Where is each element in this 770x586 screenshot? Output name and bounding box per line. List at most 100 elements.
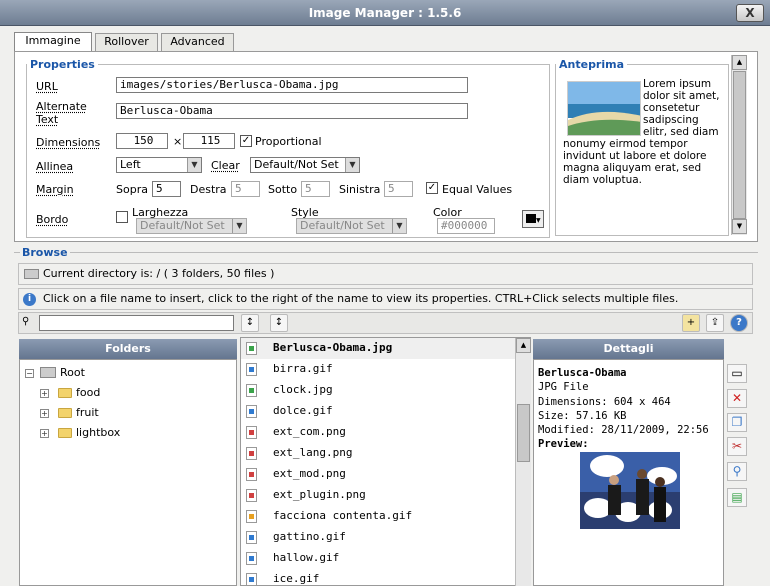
- file-row[interactable]: facciona contenta.gif: [241, 506, 516, 527]
- file-row[interactable]: birra.gif: [241, 359, 516, 380]
- file-row[interactable]: dolce.gif: [241, 401, 516, 422]
- file-row[interactable]: ext_lang.png: [241, 443, 516, 464]
- margin-left-input[interactable]: 5: [384, 181, 413, 197]
- url-input[interactable]: images/stories/Berlusca-Obama.jpg: [116, 77, 468, 93]
- file-name[interactable]: ext_com.png: [273, 422, 346, 442]
- proportional-checkbox[interactable]: ✓: [240, 135, 252, 147]
- insert-icon[interactable]: ▭: [727, 364, 747, 383]
- file-name[interactable]: facciona contenta.gif: [273, 506, 412, 526]
- copy-icon[interactable]: ❐: [727, 413, 747, 432]
- width-input[interactable]: 150: [116, 133, 168, 149]
- details-type: JPG File: [538, 381, 589, 394]
- tab-rollover[interactable]: Rollover: [95, 33, 158, 51]
- details-name: Berlusca-Obama: [538, 367, 627, 379]
- preview-legend: Anteprima: [559, 58, 625, 71]
- file-row[interactable]: ext_plugin.png: [241, 485, 516, 506]
- scroll-thumb[interactable]: [733, 71, 746, 219]
- alt-label-line2: Text: [36, 113, 59, 126]
- clear-select[interactable]: Default/Not Set ▼: [250, 157, 360, 173]
- preview-text: Lorem ipsum dolor sit amet, consetetur s…: [563, 78, 723, 186]
- help-icon[interactable]: ?: [730, 314, 748, 332]
- browse-divider: [14, 252, 758, 253]
- file-png-icon: [246, 426, 257, 439]
- file-row[interactable]: hallow.gif: [241, 548, 516, 569]
- file-name[interactable]: birra.gif: [273, 359, 333, 379]
- upload-icon[interactable]: ⇪: [706, 314, 724, 332]
- times-sign: ×: [173, 135, 183, 148]
- border-color-input[interactable]: #000000: [437, 218, 495, 234]
- border-width-select[interactable]: Default/Not Set ▼: [136, 218, 247, 234]
- tree-folder-fruit[interactable]: fruit: [76, 406, 99, 422]
- alt-label-line1: Alternate: [36, 100, 87, 113]
- margin-top-input[interactable]: 5: [152, 181, 181, 197]
- file-row[interactable]: ext_mod.png: [241, 464, 516, 485]
- file-row[interactable]: ext_com.png: [241, 422, 516, 443]
- sort-az-icon[interactable]: ↕: [270, 314, 288, 332]
- tab-advanced[interactable]: Advanced: [161, 33, 234, 51]
- alt-input[interactable]: Berlusca-Obama: [116, 103, 468, 119]
- file-name[interactable]: ext_lang.png: [273, 443, 352, 463]
- scroll-down-icon[interactable]: ▼: [732, 219, 747, 234]
- file-name[interactable]: clock.jpg: [273, 380, 333, 400]
- dimensions-label: Dimensions: [36, 136, 101, 149]
- file-name[interactable]: Berlusca-Obama.jpg: [273, 338, 392, 358]
- equal-values-checkbox[interactable]: ✓: [426, 182, 438, 194]
- file-row[interactable]: Berlusca-Obama.jpg: [241, 338, 516, 359]
- file-png-icon: [246, 447, 257, 460]
- margin-bottom-input[interactable]: 5: [301, 181, 330, 197]
- file-row[interactable]: gattino.gif: [241, 527, 516, 548]
- current-directory-text: Current directory is: / ( 3 folders, 50 …: [43, 267, 275, 280]
- border-checkbox[interactable]: [116, 211, 128, 223]
- border-label: Bordo: [36, 213, 69, 226]
- scroll-thumb[interactable]: [517, 404, 530, 462]
- expand-icon[interactable]: +: [40, 429, 49, 438]
- file-row[interactable]: clock.jpg: [241, 380, 516, 401]
- destra-label: Destra: [190, 183, 227, 196]
- file-name[interactable]: gattino.gif: [273, 527, 346, 547]
- scroll-up-icon[interactable]: ▲: [732, 55, 747, 70]
- close-button[interactable]: X: [736, 4, 764, 22]
- color-picker-button[interactable]: ▼: [522, 210, 544, 228]
- expand-icon[interactable]: +: [40, 389, 49, 398]
- cut-icon[interactable]: ✂: [727, 437, 747, 456]
- equal-values-label: Equal Values: [442, 183, 513, 196]
- file-type-mark: [249, 409, 254, 414]
- tree-folder-lightbox[interactable]: lightbox: [76, 426, 120, 442]
- delete-icon[interactable]: ✕: [727, 389, 747, 408]
- file-name[interactable]: ext_mod.png: [273, 464, 346, 484]
- file-type-mark: [249, 451, 254, 456]
- file-name[interactable]: dolce.gif: [273, 401, 333, 421]
- file-name[interactable]: ice.gif: [273, 569, 319, 585]
- align-select[interactable]: Left ▼: [116, 157, 202, 173]
- collapse-icon[interactable]: −: [25, 369, 34, 378]
- scroll-up-icon[interactable]: ▲: [516, 338, 531, 353]
- border-style-select[interactable]: Default/Not Set ▼: [296, 218, 407, 234]
- margin-right-input[interactable]: 5: [231, 181, 260, 197]
- new-folder-icon[interactable]: +: [682, 314, 700, 332]
- preview-scrollbar[interactable]: ▲ ▼: [731, 55, 747, 235]
- border-style-value: Default/Not Set: [300, 219, 385, 232]
- height-input[interactable]: 115: [183, 133, 235, 149]
- file-png-icon: [246, 468, 257, 481]
- expand-icon[interactable]: +: [40, 409, 49, 418]
- help-bar: i Click on a file name to insert, click …: [18, 288, 753, 310]
- file-gif-icon: [246, 363, 257, 376]
- margin-label: Margin: [36, 183, 74, 196]
- file-row[interactable]: ice.gif: [241, 569, 516, 585]
- tree-folder-food[interactable]: food: [76, 386, 100, 402]
- paste-icon[interactable]: ▤: [727, 488, 747, 507]
- file-type-mark: [249, 367, 254, 372]
- zoom-icon[interactable]: ⚲: [727, 462, 747, 481]
- sort-az-icon[interactable]: ↕: [241, 314, 259, 332]
- file-type-mark: [249, 535, 254, 540]
- file-name[interactable]: ext_plugin.png: [273, 485, 366, 505]
- current-directory-bar: Current directory is: / ( 3 folders, 50 …: [18, 263, 753, 285]
- sotto-label: Sotto: [268, 183, 298, 196]
- tab-immagine[interactable]: Immagine: [14, 32, 92, 52]
- file-jpg-icon: [246, 342, 257, 355]
- tree-root[interactable]: Root: [60, 366, 85, 382]
- binoculars-icon: ⚲: [22, 316, 30, 327]
- file-name[interactable]: hallow.gif: [273, 548, 339, 568]
- file-list-scrollbar[interactable]: ▲: [515, 338, 531, 586]
- search-input[interactable]: [39, 315, 234, 331]
